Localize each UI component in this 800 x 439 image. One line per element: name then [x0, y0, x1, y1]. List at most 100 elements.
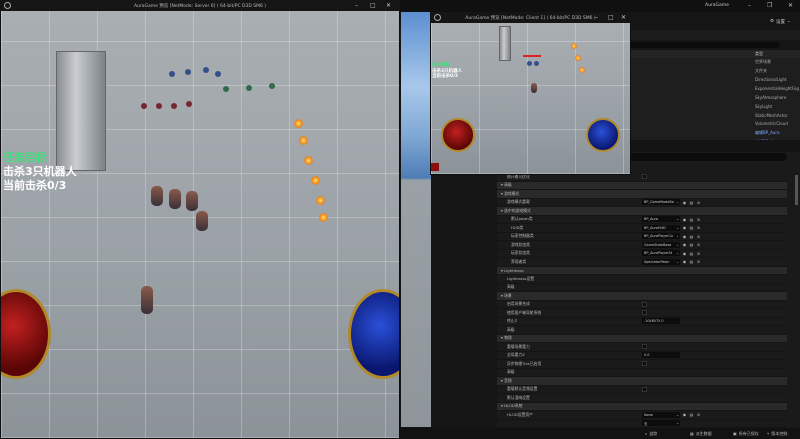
all-saved-button[interactable]: ▣ 所有已保存 — [733, 428, 759, 439]
browse-icon[interactable]: ◉ — [682, 217, 687, 222]
outliner-row[interactable]: ExponentialHeightFog — [630, 84, 800, 93]
property-dropdown[interactable]: None ⌄ — [642, 411, 680, 418]
browse-icon[interactable]: ◉ — [682, 242, 687, 247]
outliner-row[interactable]: 编辑BP_Aura — [630, 128, 800, 137]
level-viewport[interactable] — [401, 12, 431, 427]
minimize-button[interactable]: – — [355, 0, 358, 11]
property-checkbox[interactable] — [642, 344, 647, 350]
server-viewport[interactable]: 任务目标 击杀3只机器人 当前击杀0/3 — [1, 11, 399, 438]
fire-effect — [299, 136, 308, 145]
details-row[interactable]: ▾ Lightmass — [497, 266, 787, 275]
browse-icon[interactable]: ◉ — [682, 412, 687, 417]
maximize-button[interactable]: □ — [370, 0, 376, 11]
folder-icon[interactable]: ▤ — [689, 234, 694, 239]
outliner-row[interactable]: DirectionalLight — [630, 76, 800, 85]
client-title: AuraGame 预览 [NetMode: Client 1] ( 64-bit… — [465, 15, 596, 21]
folder-icon[interactable]: ▤ — [689, 242, 694, 247]
enemy-unit — [215, 71, 221, 77]
details-row[interactable]: ▾ HLOD系统 — [497, 402, 787, 411]
derived-data-label: 派生数据 — [695, 430, 712, 436]
client-close-button[interactable]: ✕ — [621, 12, 626, 23]
chevron-down-icon: ⌄ — [676, 412, 679, 417]
browse-icon[interactable]: ◉ — [682, 251, 687, 256]
clear-icon[interactable]: ⊘ — [696, 225, 701, 230]
fire-effect — [579, 67, 585, 73]
property-dropdown[interactable]: BP_AuraPlayerCo ⌄ — [642, 233, 680, 240]
folder-icon[interactable]: ▤ — [689, 259, 694, 264]
clear-icon[interactable]: ⊘ — [696, 234, 701, 239]
close-button[interactable]: ✕ — [386, 0, 391, 11]
details-row[interactable]: ▾ 场景 — [497, 292, 787, 301]
details-scrollbar[interactable] — [795, 175, 798, 205]
trace-button[interactable]: ⌕ 追踪 — [645, 428, 657, 439]
property-checkbox[interactable] — [642, 174, 647, 180]
clear-icon[interactable]: ⊘ — [696, 217, 701, 222]
menu-button[interactable] — [431, 163, 439, 171]
enemy-unit — [186, 101, 192, 107]
property-dropdown[interactable]: BP_AuraHUD ⌄ — [642, 224, 680, 231]
property-label: 默认混响设置 — [507, 394, 530, 400]
fire-effect — [311, 176, 320, 185]
client-titlebar: AuraGame 预览 [NetMode: Client 1] ( 64-bit… — [430, 12, 631, 23]
folder-icon[interactable]: ▤ — [689, 200, 694, 205]
editor-minimize-button[interactable]: – — [748, 2, 751, 9]
folder-icon[interactable]: ▤ — [689, 225, 694, 230]
status-bar: ⌕ 追踪 ▦ 派生数据 ▣ 所有已保存 ⑂ 版本控制 — [400, 428, 800, 439]
folder-icon[interactable]: ▤ — [689, 412, 694, 417]
outliner-row[interactable]: VolumetricCloud — [630, 120, 800, 129]
browse-icon[interactable]: ◉ — [682, 225, 687, 230]
property-dropdown[interactable]: BP_GameModeBa ⌄ — [642, 199, 680, 206]
outliner-row[interactable]: SkyAtmosphere — [630, 93, 800, 102]
settings-button[interactable]: ⚙ 设置 ⌄ — [770, 19, 791, 25]
outliner-row[interactable]: 文件夹 — [630, 67, 800, 76]
details-row[interactable]: ▾ 高级 — [497, 181, 787, 190]
property-dropdown[interactable]: SpectatorPawn ⌄ — [642, 258, 680, 265]
client-viewport[interactable]: 任务目标 击杀3只机器人 当前击杀0/3 — [431, 23, 630, 174]
dropdown-value: 无 — [644, 421, 648, 426]
outliner-row[interactable]: 世界场景 — [630, 58, 800, 67]
property-dropdown[interactable]: BP_AuraPlayerSt ⌄ — [642, 250, 680, 257]
property-checkbox[interactable] — [642, 301, 647, 307]
property-dropdown[interactable]: GameStateBase ⌄ — [642, 241, 680, 248]
clear-icon[interactable]: ⊘ — [696, 242, 701, 247]
details-row[interactable]: ▾ 音频 — [497, 377, 787, 386]
details-row: Lightmass设置 — [497, 275, 787, 284]
derived-data-button[interactable]: ▦ 派生数据 — [690, 428, 712, 439]
property-dropdown[interactable]: BP_Aura ⌄ — [642, 216, 680, 223]
property-label: ▾ 游戏模式 — [501, 190, 520, 196]
outliner-row[interactable]: StaticMeshActor — [630, 111, 800, 120]
editor-close-button[interactable]: ✕ — [788, 2, 793, 9]
details-row: 高级 — [497, 326, 787, 335]
outliner-type-header[interactable]: 类型 — [630, 50, 800, 58]
clear-icon[interactable]: ⊘ — [696, 259, 701, 264]
browse-icon[interactable]: ◉ — [682, 234, 687, 239]
editor-restore-button[interactable]: ❐ — [767, 2, 772, 9]
details-row[interactable]: ▾ 选中的游戏模式 — [497, 207, 787, 216]
server-titlebar: AuraGame 预览 [NetMode: Server 0] ( 64-bit… — [0, 0, 400, 11]
version-control-button[interactable]: ⑂ 版本控制 — [767, 428, 787, 439]
property-number-field[interactable]: 0.0 — [642, 352, 680, 359]
server-title: AuraGame 预览 [NetMode: Server 0] ( 64-bit… — [133, 3, 267, 9]
folder-icon[interactable]: ▤ — [689, 217, 694, 222]
property-number-field[interactable]: -1048575.0 — [642, 318, 680, 325]
property-dropdown[interactable]: 无 ⌄ — [642, 420, 680, 427]
property-checkbox[interactable] — [642, 310, 647, 316]
details-row[interactable]: ▾ 物理 — [497, 334, 787, 343]
mana-orb — [348, 289, 399, 379]
client-maximize-button[interactable]: □ — [608, 12, 614, 23]
outliner-search-input[interactable] — [630, 42, 780, 48]
browse-icon[interactable]: ◉ — [682, 200, 687, 205]
clear-icon[interactable]: ⊘ — [696, 251, 701, 256]
clear-icon[interactable]: ⊘ — [696, 412, 701, 417]
browse-icon[interactable]: ◉ — [682, 259, 687, 264]
property-label: 重载场景重力 — [507, 343, 530, 349]
quest-progress: 当前击杀0/3 — [432, 74, 458, 79]
chevron-down-icon: ⌄ — [676, 421, 679, 426]
clear-icon[interactable]: ⊘ — [696, 200, 701, 205]
folder-icon[interactable]: ▤ — [689, 251, 694, 256]
client-minimize-button[interactable]: – — [595, 12, 598, 23]
details-row[interactable]: ▾ 游戏模式 — [497, 190, 787, 199]
property-checkbox[interactable] — [642, 386, 647, 392]
outliner-row[interactable]: SkyLight — [630, 102, 800, 111]
property-checkbox[interactable] — [642, 361, 647, 367]
